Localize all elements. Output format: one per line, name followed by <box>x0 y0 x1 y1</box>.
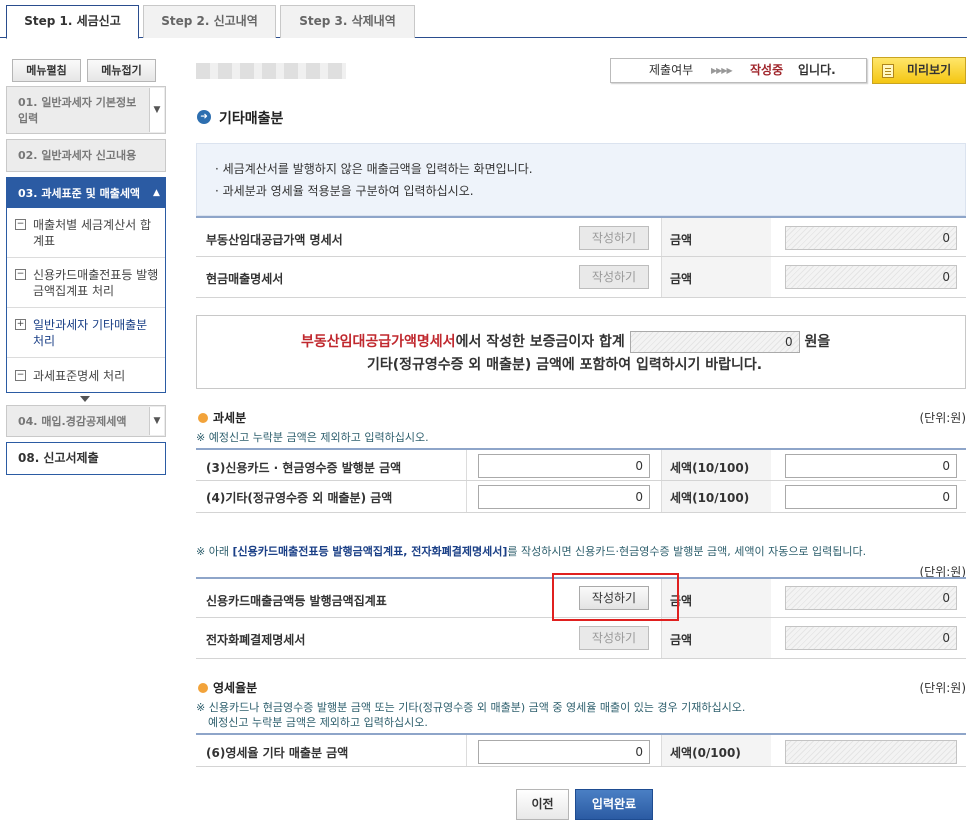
expand-menu-button[interactable]: 메뉴펼침 <box>12 59 81 82</box>
sidebar-item-label: 03. 과세표준 및 매출세액 <box>18 187 141 200</box>
deposit-interest-field: 0 <box>629 331 800 353</box>
amount-field: 0 <box>785 626 957 650</box>
prev-button[interactable]: 이전 <box>516 789 569 820</box>
sidebar-item-label: 02. 일반과세자 신고내용 <box>18 149 137 162</box>
row-name: (3)신용카드 · 현금영수증 발행분 금액 <box>206 461 402 475</box>
step-tabs: Step 1. 세금신고 Step 2. 신고내역 Step 3. 삭제내역 <box>0 0 967 39</box>
submit-button[interactable]: 입력완료 <box>575 789 653 820</box>
row-name: 부동산임대공급가액 명세서 <box>206 233 343 247</box>
zero-rate-section-title: 영세율분 <box>198 679 257 696</box>
write-button[interactable]: 작성하기 <box>579 626 649 650</box>
row-name: 신용카드매출금액등 발행금액집계표 <box>206 594 387 608</box>
collapse-icon: − <box>15 269 26 280</box>
arrow-down-icon <box>80 396 90 402</box>
zero-rate-note2: 예정신고 누락분 금액은 제외하고 입력하십시오. <box>208 716 428 729</box>
info-item: · 과세분과 영세율 적용분을 구분하여 입력하십시오. <box>215 184 474 198</box>
collapse-menu-button[interactable]: 메뉴접기 <box>87 59 156 82</box>
arrow-circle-icon: ➜ <box>197 110 211 124</box>
taxable-note: ※ 예정신고 누락분 금액은 제외하고 입력하십시오. <box>196 431 429 444</box>
tax-label: 세액(0/100) <box>670 746 741 760</box>
card-cash-amount-input[interactable]: 0 <box>478 454 650 478</box>
card-cash-tax-input[interactable]: 0 <box>785 454 957 478</box>
taxable-section-title: 과세분 <box>198 409 246 426</box>
amount-label: 금액 <box>670 633 693 647</box>
sidebar-item-report-content[interactable]: 02. 일반과세자 신고내용 <box>6 139 166 172</box>
chevron-down-icon[interactable]: ▼ <box>149 407 164 435</box>
status-value: 작성중 <box>750 63 784 77</box>
row-name: (6)영세율 기타 매출분 금액 <box>206 746 349 760</box>
sidebar-item-purchase-deduction[interactable]: 04. 매입.경감공제세액 ▼ <box>6 405 166 437</box>
row-name: 전자화폐결제명세서 <box>206 633 306 647</box>
highlight-box <box>552 573 679 621</box>
preview-button[interactable]: 미리보기 <box>872 57 966 84</box>
status-label: 제출여부 <box>649 63 694 77</box>
amount-field: 0 <box>785 226 957 250</box>
sidebar-subitem-label: 일반과세자 기타매출분 처리 <box>33 318 148 348</box>
table-row: 현금매출명세서 작성하기 금액 0 <box>196 257 966 298</box>
write-button[interactable]: 작성하기 <box>579 265 649 289</box>
other-sales-tax-input[interactable]: 0 <box>785 485 957 509</box>
sidebar-item-submit[interactable]: 08. 신고서제출 <box>6 442 166 475</box>
sidebar-subitem-label: 신용카드매출전표등 발행금액집계표 처리 <box>33 268 159 298</box>
other-sales-amount-input[interactable]: 0 <box>478 485 650 509</box>
bullet-icon <box>198 683 208 693</box>
tax-label: 세액(10/100) <box>670 491 750 505</box>
chevron-up-icon[interactable]: ▲ <box>149 179 164 207</box>
amount-label: 금액 <box>670 272 693 286</box>
unit-label: (단위:원) <box>919 411 966 425</box>
sidebar-subitem-label: 과세표준명세 처리 <box>33 369 126 383</box>
tab-step1[interactable]: Step 1. 세금신고 <box>6 5 139 39</box>
tab-step3[interactable]: Step 3. 삭제내역 <box>280 5 415 38</box>
sidebar-subitem-card-sales[interactable]: − 신용카드매출전표등 발행금액집계표 처리 <box>7 258 165 308</box>
tab-step2[interactable]: Step 2. 신고내역 <box>143 5 276 38</box>
preview-label: 미리보기 <box>907 63 952 77</box>
write-button[interactable]: 작성하기 <box>579 226 649 250</box>
submission-status: 제출여부 ▶▶▶▶ 작성중 입니다. <box>610 58 867 83</box>
sidebar-submenu: − 매출처별 세금계산서 합계표 − 신용카드매출전표등 발행금액집계표 처리 … <box>6 208 166 393</box>
notice-line2: 기타(정규영수증 외 매출분) 금액에 포함하여 입력하시기 바랍니다. <box>367 357 763 373</box>
expand-icon: + <box>15 319 26 330</box>
amount-field: 0 <box>785 265 957 289</box>
arrows-icon: ▶▶▶▶ <box>711 66 733 75</box>
collapse-icon: − <box>15 370 26 381</box>
table-row: (6)영세율 기타 매출분 금액 0 세액(0/100) <box>196 733 966 767</box>
notice-highlight: 부동산임대공급가액명세서 <box>301 334 456 350</box>
zero-rate-note: ※ 신용카드나 현금영수증 발행분 금액 또는 기타(정규영수증 외 매출분) … <box>196 701 746 714</box>
info-item: · 세금계산서를 발행하지 않은 매출금액을 입력하는 화면입니다. <box>215 162 533 176</box>
table-row: 부동산임대공급가액 명세서 작성하기 금액 0 <box>196 216 966 257</box>
taxpayer-name-redacted <box>196 63 346 79</box>
table-row: 전자화폐결제명세서 작성하기 금액 0 <box>196 618 966 659</box>
sidebar-subitem-sales-invoice[interactable]: − 매출처별 세금계산서 합계표 <box>7 208 165 258</box>
row-name: 현금매출명세서 <box>206 272 284 286</box>
amount-field: 0 <box>785 586 957 610</box>
info-box: · 세금계산서를 발행하지 않은 매출금액을 입력하는 화면입니다. · 과세분… <box>196 143 966 216</box>
sidebar-item-tax-base[interactable]: 03. 과세표준 및 매출세액 ▲ <box>6 177 166 209</box>
chevron-down-icon[interactable]: ▼ <box>149 88 164 132</box>
bullet-icon <box>198 413 208 423</box>
sidebar-subitem-label: 매출처별 세금계산서 합계표 <box>33 218 152 248</box>
unit-label: (단위:원) <box>919 681 966 695</box>
zero-rate-amount-input[interactable]: 0 <box>478 740 650 764</box>
amount-label: 금액 <box>670 233 693 247</box>
sidebar-subitem-other-sales[interactable]: + 일반과세자 기타매출분 처리 <box>7 308 165 358</box>
document-icon <box>882 64 894 78</box>
tax-label: 세액(10/100) <box>670 461 750 475</box>
collapse-icon: − <box>15 219 26 230</box>
page-title: 기타매출분 <box>219 111 284 127</box>
sidebar-subitem-tax-base-detail[interactable]: − 과세표준명세 처리 <box>7 358 165 392</box>
auto-input-note: ※ 아래 [신용카드매출전표등 발행금액집계표, 전자화폐결제명세서]를 작성하… <box>196 545 867 558</box>
sidebar-item-label: 04. 매입.경감공제세액 <box>18 415 127 428</box>
deposit-interest-notice: 부동산임대공급가액명세서에서 작성한 보증금이자 합계 0 원을 기타(정규영수… <box>196 315 966 389</box>
table-row: (3)신용카드 · 현금영수증 발행분 금액 0 세액(10/100) 0 <box>196 448 966 481</box>
sidebar-item-basic-info[interactable]: 01. 일반과세자 기본정보 입력 ▼ <box>6 86 166 134</box>
row-name: (4)기타(정규영수증 외 매출분) 금액 <box>206 491 393 505</box>
status-suffix: 입니다. <box>798 63 836 77</box>
zero-rate-tax-field <box>785 740 957 764</box>
table-row: (4)기타(정규영수증 외 매출분) 금액 0 세액(10/100) 0 <box>196 481 966 513</box>
sidebar-item-label: 01. 일반과세자 기본정보 입력 <box>18 96 137 125</box>
